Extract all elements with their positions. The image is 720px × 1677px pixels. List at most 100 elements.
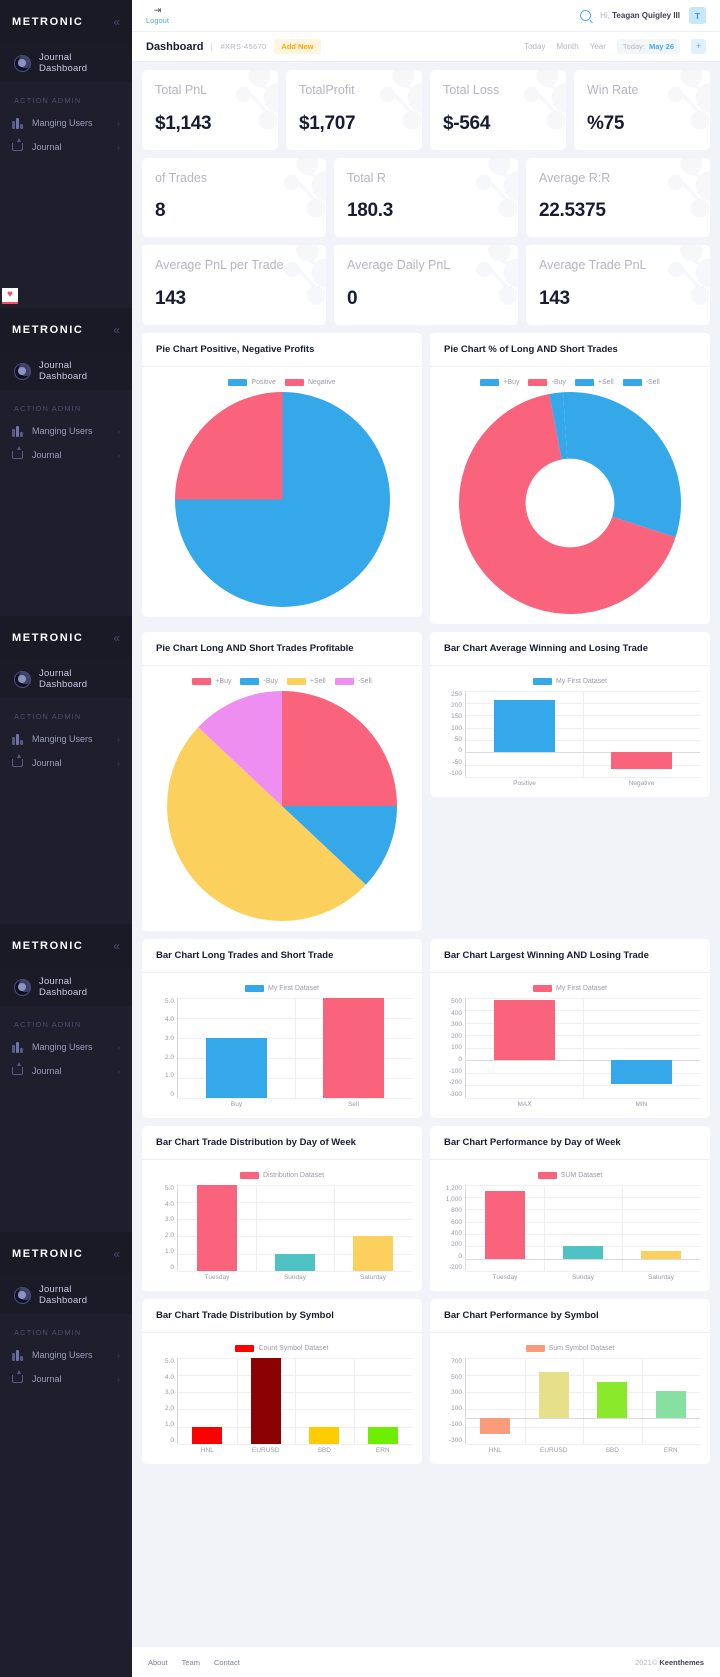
bar[interactable]	[538, 1372, 569, 1419]
bar[interactable]	[562, 1246, 604, 1259]
legend-label: +Sell	[309, 677, 326, 685]
stat-row: Total PnL $1,143 TotalProfit $1,707 Tota…	[142, 70, 710, 150]
chart-card-bar-trade-dist-symbol: Bar Chart Trade Distribution by Symbol C…	[142, 1298, 422, 1464]
y-tick: 2.0	[164, 1232, 174, 1240]
pie-slice[interactable]	[282, 690, 397, 806]
bar[interactable]	[611, 752, 672, 770]
legend-item[interactable]: SUM Dataset	[537, 1171, 602, 1179]
bar[interactable]	[352, 1236, 394, 1271]
footer-link-about[interactable]: About	[148, 1658, 168, 1667]
x-tick: HNL	[488, 1446, 502, 1454]
legend-item[interactable]: +Buy	[480, 378, 519, 386]
sidebar-item-journal-dashboard[interactable]: Journal Dashboard	[0, 1276, 132, 1314]
add-new-button[interactable]: Add New	[274, 39, 321, 54]
bar[interactable]	[250, 1357, 281, 1444]
bar[interactable]	[367, 1426, 398, 1444]
stat-card[interactable]: Average Trade PnL 143	[526, 245, 710, 325]
legend-swatch	[284, 378, 304, 386]
sidebar-item-manging-users[interactable]: Manging Users ›	[0, 111, 132, 135]
y-tick: 0	[170, 1090, 174, 1098]
legend-item[interactable]: Negative	[284, 378, 336, 386]
bar[interactable]	[480, 1418, 511, 1435]
bar[interactable]	[611, 1060, 672, 1084]
sidebar-item-journal[interactable]: Journal ›	[0, 443, 132, 467]
bar[interactable]	[597, 1381, 628, 1419]
bar[interactable]	[274, 1253, 316, 1271]
stat-card[interactable]: Total Loss $-564	[430, 70, 566, 150]
sidebar-item-journal[interactable]: Journal ›	[0, 751, 132, 775]
legend-item[interactable]: My First Dataset	[533, 677, 607, 685]
legend-item[interactable]: -Buy	[240, 677, 278, 685]
sidebar-collapse-icon[interactable]: «	[113, 16, 120, 28]
bar[interactable]	[196, 1184, 238, 1271]
sidebar-item-journal-dashboard[interactable]: Journal Dashboard	[0, 968, 132, 1006]
bar[interactable]	[206, 1037, 267, 1098]
sidebar-item-manging-users[interactable]: Manging Users ›	[0, 419, 132, 443]
bar[interactable]	[309, 1426, 340, 1444]
x-tick: Saturday	[359, 1273, 387, 1281]
stat-card[interactable]: Total PnL $1,143	[142, 70, 278, 150]
filter-year[interactable]: Year	[590, 42, 606, 51]
sidebar-item-label: Journal Dashboard	[39, 976, 88, 998]
legend-item[interactable]: +Buy	[192, 677, 231, 685]
legend-swatch	[574, 378, 594, 386]
legend-item[interactable]: Sum Symbol Dataset	[525, 1344, 614, 1352]
stat-card[interactable]: Average PnL per Trade 143	[142, 245, 326, 325]
bar[interactable]	[484, 1191, 526, 1259]
avatar[interactable]: T	[689, 7, 706, 24]
stat-card[interactable]: of Trades 8	[142, 157, 326, 238]
stat-card[interactable]: Average Daily PnL 0	[334, 245, 518, 325]
stat-card[interactable]: Average R:R 22.5375	[526, 157, 710, 238]
legend-item[interactable]: My First Dataset	[533, 984, 607, 992]
bar[interactable]	[494, 1000, 555, 1061]
upload-box-icon	[12, 754, 23, 767]
legend-item[interactable]: -Sell	[622, 378, 660, 386]
legend-item[interactable]: Distribution Dataset	[239, 1171, 324, 1179]
legend-item[interactable]: -Sell	[334, 677, 372, 685]
chart-card-bar-performance-day: Bar Chart Performance by Day of Week SUM…	[430, 1125, 710, 1291]
bar[interactable]	[655, 1390, 686, 1419]
footer-link-team[interactable]: Team	[182, 1658, 200, 1667]
filter-month[interactable]: Month	[556, 42, 578, 51]
sidebar-collapse-icon[interactable]: «	[113, 324, 120, 336]
sidebar-item-manging-users[interactable]: Manging Users ›	[0, 1035, 132, 1059]
footer-link-contact[interactable]: Contact	[214, 1658, 240, 1667]
bar[interactable]	[640, 1251, 682, 1259]
chart-legend: My First Dataset	[440, 984, 700, 992]
sidebar-collapse-icon[interactable]: «	[113, 632, 120, 644]
sidebar-item-journal-dashboard[interactable]: Journal Dashboard	[0, 660, 132, 698]
search-icon[interactable]	[580, 10, 592, 21]
sidebar-item-journal[interactable]: Journal ›	[0, 135, 132, 159]
stat-card[interactable]: Total R 180.3	[334, 157, 518, 238]
y-tick: 1,000	[445, 1196, 462, 1204]
sidebar-item-label: Journal Dashboard	[39, 360, 88, 382]
plot-area	[466, 997, 700, 1099]
sidebar-item-journal[interactable]: Journal ›	[0, 1367, 132, 1391]
legend-item[interactable]: Count Symbol Dataset	[235, 1344, 329, 1352]
filter-today[interactable]: Today	[524, 42, 545, 51]
plot-area	[466, 1357, 700, 1445]
sidebar-item-manging-users[interactable]: Manging Users ›	[0, 727, 132, 751]
date-picker[interactable]: Today: May 26	[616, 39, 680, 54]
bar[interactable]	[323, 997, 384, 1098]
legend-item[interactable]: +Sell	[574, 378, 614, 386]
pie-slice[interactable]	[174, 391, 283, 500]
bar[interactable]	[192, 1426, 223, 1444]
sidebar-collapse-icon[interactable]: «	[113, 1248, 120, 1260]
legend-item[interactable]: Positive	[228, 378, 276, 386]
add-widget-button[interactable]: +	[691, 39, 706, 54]
sidebar-item-manging-users[interactable]: Manging Users ›	[0, 1343, 132, 1367]
stat-card[interactable]: TotalProfit $1,707	[286, 70, 422, 150]
sidebar-item-journal-dashboard[interactable]: Journal Dashboard	[0, 352, 132, 390]
plot-area	[178, 1357, 412, 1445]
sidebar-item-journal[interactable]: Journal ›	[0, 1059, 132, 1083]
chart-body: Positive Negative	[142, 367, 422, 617]
bar[interactable]	[494, 700, 555, 753]
legend-item[interactable]: -Buy	[528, 378, 566, 386]
sidebar-collapse-icon[interactable]: «	[113, 940, 120, 952]
stat-card[interactable]: Win Rate %75	[574, 70, 710, 150]
legend-item[interactable]: +Sell	[286, 677, 326, 685]
sidebar-item-journal-dashboard[interactable]: Journal Dashboard	[0, 44, 132, 82]
legend-item[interactable]: My First Dataset	[245, 984, 319, 992]
logout-button[interactable]: ⇥ Logout	[146, 6, 169, 26]
